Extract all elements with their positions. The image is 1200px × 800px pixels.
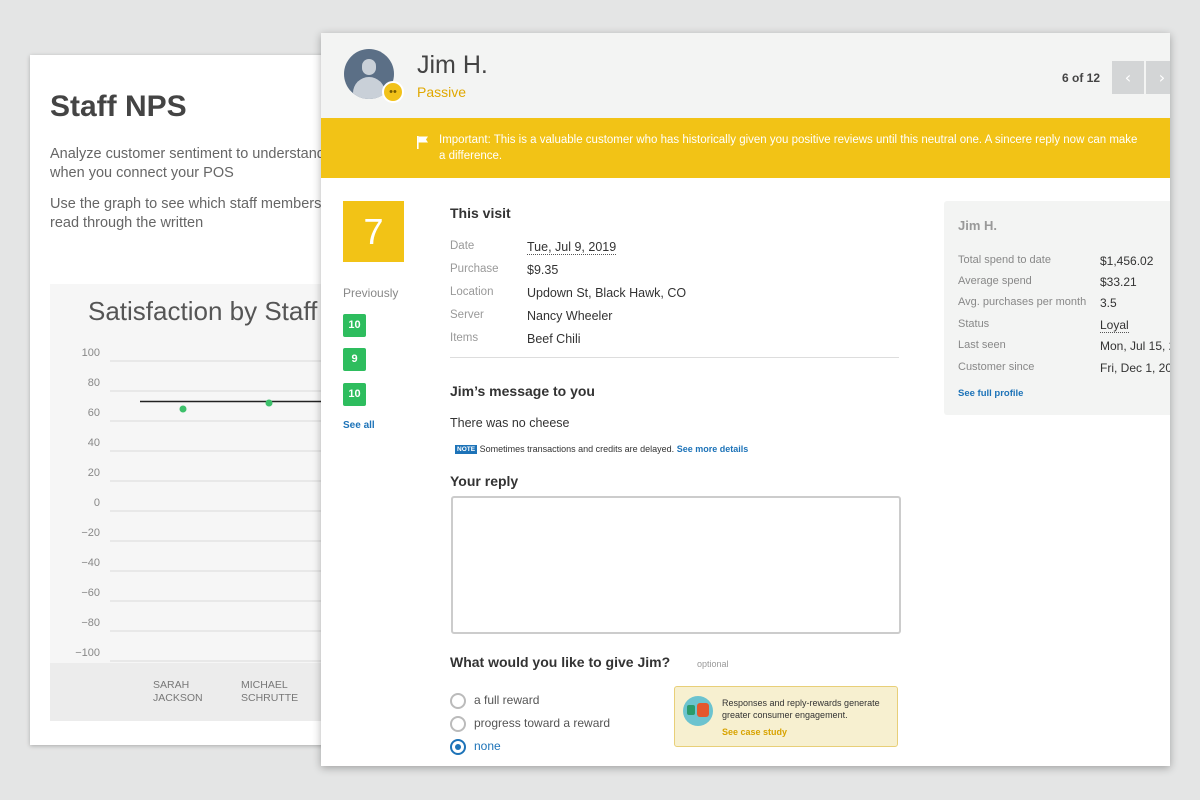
flag-icon — [417, 136, 428, 149]
important-banner: Important: This is a valuable customer w… — [321, 118, 1170, 178]
profile-value: Mon, Jul 15, 20 — [1100, 339, 1170, 353]
previous-score-badge: 10 — [343, 383, 366, 406]
profile-label: Customer since — [958, 361, 1035, 373]
visit-label: Items — [450, 332, 479, 344]
x-category-line: JACKSON — [153, 692, 203, 704]
y-tick-label: 60 — [88, 407, 100, 419]
radio-button[interactable] — [450, 716, 466, 732]
profile-value: 3.5 — [1100, 296, 1117, 310]
instructions-paragraph: Use the graph to see which staff members… — [50, 196, 350, 231]
profile-name: Jim H. — [958, 218, 998, 233]
note-text: Sometimes transactions and credits are d… — [479, 444, 675, 454]
radio-button-selected[interactable] — [450, 739, 466, 755]
visit-date-value[interactable]: Tue, Jul 9, 2019 — [527, 240, 617, 255]
visit-label: Location — [450, 286, 494, 298]
profile-label: Average spend — [958, 275, 1032, 287]
previous-score-badge: 9 — [343, 348, 366, 371]
profile-label: Status — [958, 318, 990, 330]
reply-heading: Your reply — [450, 473, 519, 489]
profile-label: Last seen — [958, 339, 1006, 351]
satisfaction-chart: 100 80 60 40 20 0 −20 −40 −60 −80 −100 Satisfactio… — [50, 284, 350, 721]
score-badge: 7 — [343, 201, 404, 262]
y-tick-label: 40 — [88, 437, 100, 449]
profile-label: Total spend to date — [958, 254, 1051, 266]
customer-name: Jim H. — [417, 51, 488, 79]
reward-heading: What would you like to give Jim? — [450, 654, 671, 670]
radio-button[interactable] — [450, 693, 466, 709]
description-paragraph: Analyze customer sentiment to understand… — [50, 146, 350, 181]
profile-value: $33.21 — [1100, 275, 1137, 289]
x-category-label: MICHAEL SCHRUTTE — [241, 679, 311, 705]
customer-status: Passive — [417, 84, 467, 100]
profile-value: Fri, Dec 1, 201 — [1100, 361, 1170, 375]
x-category-label: SARAH JACKSON — [153, 679, 223, 705]
visit-purchase-value: $9.35 — [527, 263, 559, 277]
data-point — [265, 399, 273, 407]
data-point — [179, 405, 187, 413]
x-category-line: SCHRUTTE — [241, 692, 299, 704]
message-heading: Jim’s message to you — [450, 383, 595, 399]
staff-nps-card: Staff NPS Analyze customer sentiment to … — [30, 55, 350, 745]
page-title: Staff NPS — [50, 90, 187, 123]
x-category-line: MICHAEL — [241, 679, 288, 691]
x-category-line: SARAH — [153, 679, 190, 691]
profile-label: Avg. purchases per month — [958, 296, 1087, 308]
banner-message: Important: This is a valuable customer w… — [439, 134, 1138, 162]
visit-label: Server — [450, 309, 484, 321]
y-tick-label: −80 — [81, 617, 100, 629]
y-tick-label: −100 — [75, 647, 100, 659]
customer-profile-panel: Jim H. Total spend to date $1,456.02 Ave… — [944, 201, 1170, 415]
profile-value: $1,456.02 — [1100, 254, 1154, 268]
previous-button[interactable]: ‹ — [1112, 61, 1144, 94]
radio-label[interactable]: a full reward — [474, 693, 539, 707]
pager-count: 6 of 12 — [1062, 71, 1101, 85]
note-line: NOTE Sometimes transactions and credits … — [455, 444, 748, 454]
next-button[interactable]: › — [1146, 61, 1170, 94]
y-tick-label: 100 — [82, 347, 100, 359]
previous-score-badge: 10 — [343, 314, 366, 337]
modal-header: •• Jim H. Passive 6 of 12 ‹ › — [321, 33, 1170, 118]
chart-plot: 100 80 60 40 20 0 −20 −40 −60 −80 −100 — [75, 347, 350, 662]
optional-label: optional — [697, 659, 729, 669]
neutral-face-icon: •• — [382, 81, 404, 103]
profile-status-value[interactable]: Loyal — [1100, 318, 1129, 333]
engagement-tip: Responses and reply-rewards generate gre… — [674, 686, 898, 747]
see-case-study-link[interactable]: See case study — [722, 727, 787, 737]
see-more-details-link[interactable]: See more details — [677, 444, 749, 454]
y-tick-label: −40 — [81, 557, 100, 569]
visit-location-value: Updown St, Black Hawk, CO — [527, 286, 687, 300]
reward-gift-icon — [683, 696, 713, 726]
visit-label: Purchase — [450, 263, 499, 275]
radio-label[interactable]: none — [474, 739, 501, 753]
previously-label: Previously — [343, 286, 399, 300]
y-tick-label: −20 — [81, 527, 100, 539]
see-all-link[interactable]: See all — [343, 420, 375, 431]
chart-x-axis: SARAH JACKSON MICHAEL SCHRUTTE — [50, 663, 350, 721]
section-divider — [450, 357, 899, 358]
reply-textarea[interactable] — [451, 496, 901, 634]
y-tick-label: 0 — [94, 497, 100, 509]
this-visit-heading: This visit — [450, 205, 511, 221]
y-tick-label: −60 — [81, 587, 100, 599]
visit-items-value: Beef Chili — [527, 332, 581, 346]
chart-title: Satisfaction by Staff — [88, 296, 318, 326]
customer-feedback-modal: •• Jim H. Passive 6 of 12 ‹ › Important:… — [321, 33, 1170, 766]
visit-server-value: Nancy Wheeler — [527, 309, 613, 323]
person-icon — [362, 59, 376, 75]
tip-text: Responses and reply-rewards generate gre… — [722, 698, 880, 720]
y-tick-label: 80 — [88, 377, 100, 389]
customer-message: There was no cheese — [450, 416, 570, 430]
note-badge: NOTE — [455, 445, 478, 454]
visit-label: Date — [450, 240, 475, 252]
y-tick-label: 20 — [88, 467, 100, 479]
see-full-profile-link[interactable]: See full profile — [958, 388, 1023, 399]
radio-label[interactable]: progress toward a reward — [474, 716, 610, 730]
